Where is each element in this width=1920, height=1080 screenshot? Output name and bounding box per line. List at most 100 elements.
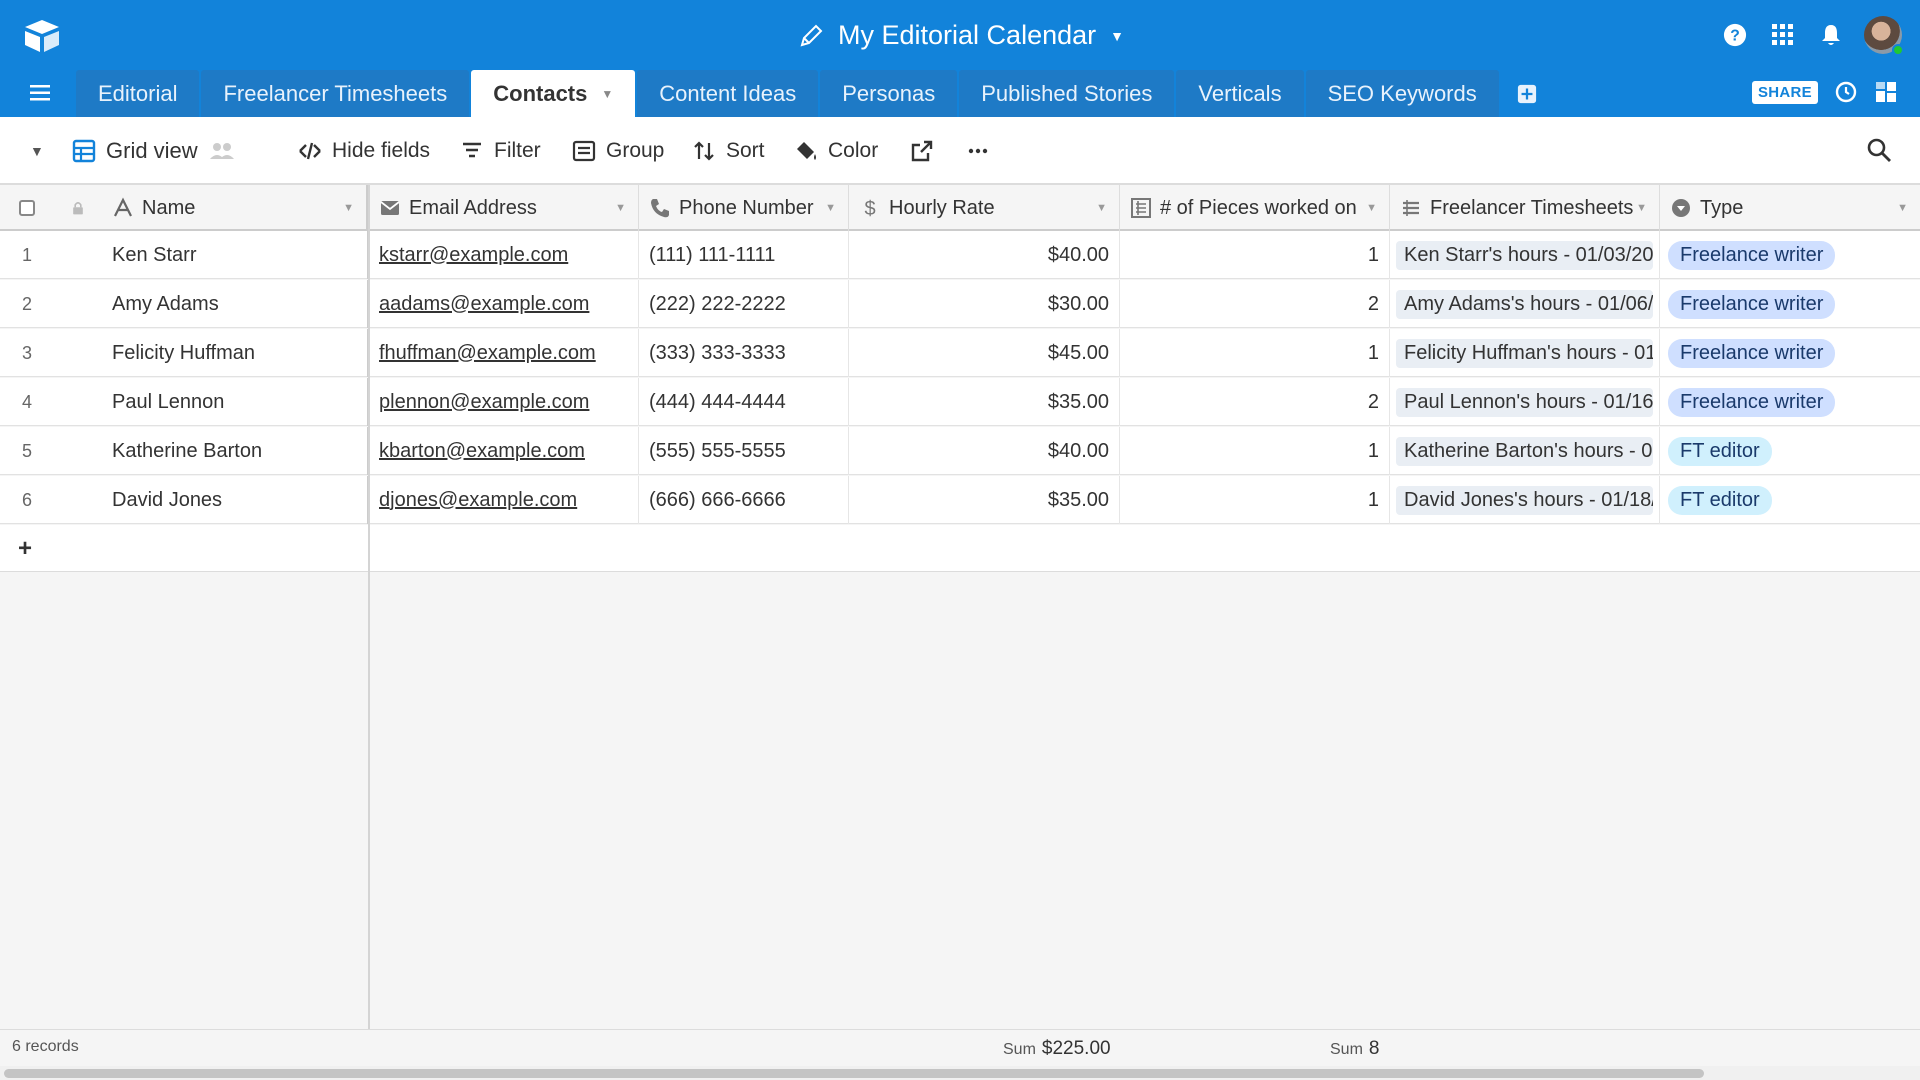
email-cell[interactable]: kbarton@example.com <box>369 427 639 475</box>
tab-contacts[interactable]: Contacts ▼ <box>471 70 636 117</box>
name-cell[interactable]: Paul Lennon <box>102 378 369 426</box>
pieces-cell[interactable]: 2 <box>1120 378 1390 426</box>
type-cell[interactable]: FT editor <box>1660 476 1920 524</box>
email-link[interactable]: kbarton@example.com <box>379 440 585 463</box>
tab-published-stories[interactable]: Published Stories <box>959 70 1175 117</box>
search-icon[interactable] <box>1866 137 1892 163</box>
add-record-row[interactable]: + <box>0 525 1920 572</box>
tab-freelancer-timesheets[interactable]: Freelancer Timesheets <box>201 70 470 117</box>
pieces-cell[interactable]: 2 <box>1120 280 1390 328</box>
pieces-cell[interactable]: 1 <box>1120 329 1390 377</box>
name-cell[interactable]: Ken Starr <box>102 231 369 279</box>
chevron-down-icon[interactable]: ▼ <box>1366 202 1377 214</box>
linked-record-chip[interactable]: David Jones's hours - 01/18/2 <box>1396 485 1653 515</box>
hourly-rate-cell[interactable]: $30.00 <box>849 280 1120 328</box>
bell-icon[interactable] <box>1816 20 1846 50</box>
share-button[interactable]: SHARE <box>1751 80 1818 104</box>
tab-content-ideas[interactable]: Content Ideas <box>637 70 819 117</box>
timesheets-cell[interactable]: Paul Lennon's hours - 01/16/2 <box>1390 378 1660 426</box>
phone-cell[interactable]: (555) 555-5555 <box>639 427 849 475</box>
type-cell[interactable]: Freelance writer <box>1660 329 1920 377</box>
chevron-down-icon[interactable]: ▼ <box>1897 202 1908 214</box>
menu-icon[interactable] <box>30 85 50 101</box>
phone-cell[interactable]: (666) 666-6666 <box>639 476 849 524</box>
frozen-column-divider[interactable] <box>368 185 370 1029</box>
email-link[interactable]: fhuffman@example.com <box>379 342 596 365</box>
table-row[interactable]: 1 Ken Starr kstarr@example.com (111) 111… <box>0 231 1920 279</box>
timesheets-cell[interactable]: David Jones's hours - 01/18/2 <box>1390 476 1660 524</box>
name-cell[interactable]: Katherine Barton <box>102 427 369 475</box>
timesheets-cell[interactable]: Felicity Huffman's hours - 01/ <box>1390 329 1660 377</box>
email-cell[interactable]: kstarr@example.com <box>369 231 639 279</box>
timesheets-cell[interactable]: Amy Adams's hours - 01/06/2 <box>1390 280 1660 328</box>
chevron-down-icon[interactable]: ▼ <box>343 202 354 214</box>
view-switcher[interactable]: Grid view <box>72 117 236 185</box>
hourly-rate-cell[interactable]: $35.00 <box>849 378 1120 426</box>
email-link[interactable]: aadams@example.com <box>379 293 589 316</box>
phone-cell[interactable]: (111) 111-1111 <box>639 231 849 279</box>
pieces-cell[interactable]: 1 <box>1120 476 1390 524</box>
column-header-hourly-rate[interactable]: $ Hourly Rate ▼ <box>849 185 1120 231</box>
email-link[interactable]: kstarr@example.com <box>379 244 568 267</box>
history-icon[interactable] <box>1834 80 1858 104</box>
hourly-rate-cell[interactable]: $35.00 <box>849 476 1120 524</box>
phone-cell[interactable]: (222) 222-2222 <box>639 280 849 328</box>
type-cell[interactable]: Freelance writer <box>1660 231 1920 279</box>
column-header-phone[interactable]: Phone Number ▼ <box>639 185 849 231</box>
linked-record-chip[interactable]: Ken Starr's hours - 01/03/201 <box>1396 240 1653 270</box>
hourly-rate-cell[interactable]: $45.00 <box>849 329 1120 377</box>
chevron-down-icon[interactable]: ▼ <box>615 202 626 214</box>
hourly-rate-cell[interactable]: $40.00 <box>849 231 1120 279</box>
base-title[interactable]: My Editorial Calendar ▼ <box>0 20 1920 58</box>
hourly-rate-cell[interactable]: $40.00 <box>849 427 1120 475</box>
phone-cell[interactable]: (333) 333-3333 <box>639 329 849 377</box>
linked-record-chip[interactable]: Paul Lennon's hours - 01/16/2 <box>1396 387 1653 417</box>
email-link[interactable]: djones@example.com <box>379 489 577 512</box>
filter-button[interactable]: Filter <box>460 117 541 185</box>
phone-cell[interactable]: (444) 444-4444 <box>639 378 849 426</box>
more-options-button[interactable] <box>966 117 990 185</box>
table-row[interactable]: 4 Paul Lennon plennon@example.com (444) … <box>0 378 1920 426</box>
pieces-cell[interactable]: 1 <box>1120 231 1390 279</box>
type-cell[interactable]: Freelance writer <box>1660 378 1920 426</box>
linked-record-chip[interactable]: Katherine Barton's hours - 01 <box>1396 436 1653 466</box>
tab-personas[interactable]: Personas <box>820 70 958 117</box>
type-cell[interactable]: FT editor <box>1660 427 1920 475</box>
table-row[interactable]: 2 Amy Adams aadams@example.com (222) 222… <box>0 280 1920 328</box>
email-cell[interactable]: djones@example.com <box>369 476 639 524</box>
timesheets-cell[interactable]: Ken Starr's hours - 01/03/201 <box>1390 231 1660 279</box>
tab-seo-keywords[interactable]: SEO Keywords <box>1305 70 1499 117</box>
email-cell[interactable]: aadams@example.com <box>369 280 639 328</box>
name-cell[interactable]: Felicity Huffman <box>102 329 369 377</box>
help-icon[interactable]: ? <box>1720 20 1750 50</box>
chevron-down-icon[interactable]: ▼ <box>825 202 836 214</box>
table-row[interactable]: 3 Felicity Huffman fhuffman@example.com … <box>0 329 1920 377</box>
email-cell[interactable]: plennon@example.com <box>369 378 639 426</box>
share-view-button[interactable] <box>910 117 934 185</box>
hourly-rate-summary[interactable]: Sum $225.00 <box>1003 1038 1111 1060</box>
column-header-email[interactable]: Email Address ▼ <box>369 185 639 231</box>
timesheets-cell[interactable]: Katherine Barton's hours - 01 <box>1390 427 1660 475</box>
column-header-freelancer-timesheets[interactable]: Freelancer Timesheets ▼ <box>1390 185 1660 231</box>
table-row[interactable]: 5 Katherine Barton kbarton@example.com (… <box>0 427 1920 475</box>
chevron-down-icon[interactable]: ▼ <box>1636 202 1647 214</box>
email-cell[interactable]: fhuffman@example.com <box>369 329 639 377</box>
pieces-cell[interactable]: 1 <box>1120 427 1390 475</box>
chevron-down-icon[interactable]: ▼ <box>601 87 613 101</box>
horizontal-scrollbar[interactable] <box>0 1066 1920 1080</box>
hide-fields-button[interactable]: Hide fields <box>298 117 430 185</box>
select-all-checkbox[interactable] <box>0 185 54 231</box>
tab-editorial[interactable]: Editorial <box>76 70 200 117</box>
email-link[interactable]: plennon@example.com <box>379 391 589 414</box>
table-row[interactable]: 6 David Jones djones@example.com (666) 6… <box>0 476 1920 524</box>
sort-button[interactable]: Sort <box>692 117 765 185</box>
group-button[interactable]: Group <box>572 117 664 185</box>
user-avatar[interactable] <box>1864 16 1904 56</box>
view-switcher-toggle[interactable]: ▼ <box>30 117 44 185</box>
checkbox[interactable] <box>19 200 35 216</box>
chevron-down-icon[interactable]: ▼ <box>1096 202 1107 214</box>
plus-icon[interactable]: + <box>18 535 32 563</box>
name-cell[interactable]: David Jones <box>102 476 369 524</box>
type-cell[interactable]: Freelance writer <box>1660 280 1920 328</box>
column-header-pieces[interactable]: # of Pieces worked on ▼ <box>1120 185 1390 231</box>
